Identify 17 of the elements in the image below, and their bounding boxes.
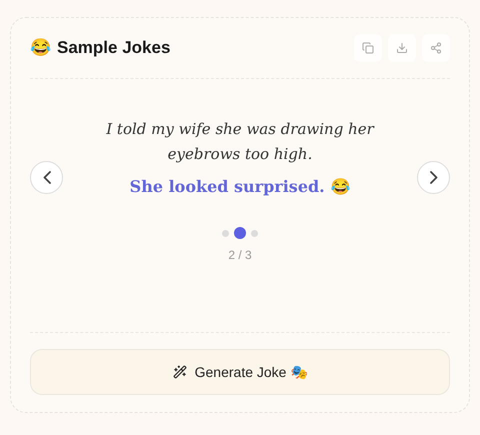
share-icon (430, 42, 442, 54)
previous-button[interactable] (30, 161, 63, 194)
card-title: Sample Jokes (57, 37, 170, 60)
page-counter: 2 / 3 (228, 247, 252, 264)
next-button[interactable] (417, 161, 450, 194)
generate-joke-button[interactable]: Generate Joke 🎭 (30, 349, 450, 395)
copy-button[interactable] (354, 34, 382, 62)
copy-icon (362, 42, 374, 54)
chevron-right-icon (430, 171, 438, 184)
share-button[interactable] (422, 34, 450, 62)
chevron-left-icon (42, 171, 50, 184)
download-icon (396, 42, 408, 54)
magic-wand-icon (172, 365, 187, 379)
joke-setup: I told my wife she was drawing her eyebrows too high. (105, 119, 376, 165)
joke-punchline: She looked surprised. 😂 (130, 176, 350, 198)
emoji-icon: 😂 (30, 35, 51, 61)
download-button[interactable] (388, 34, 416, 62)
